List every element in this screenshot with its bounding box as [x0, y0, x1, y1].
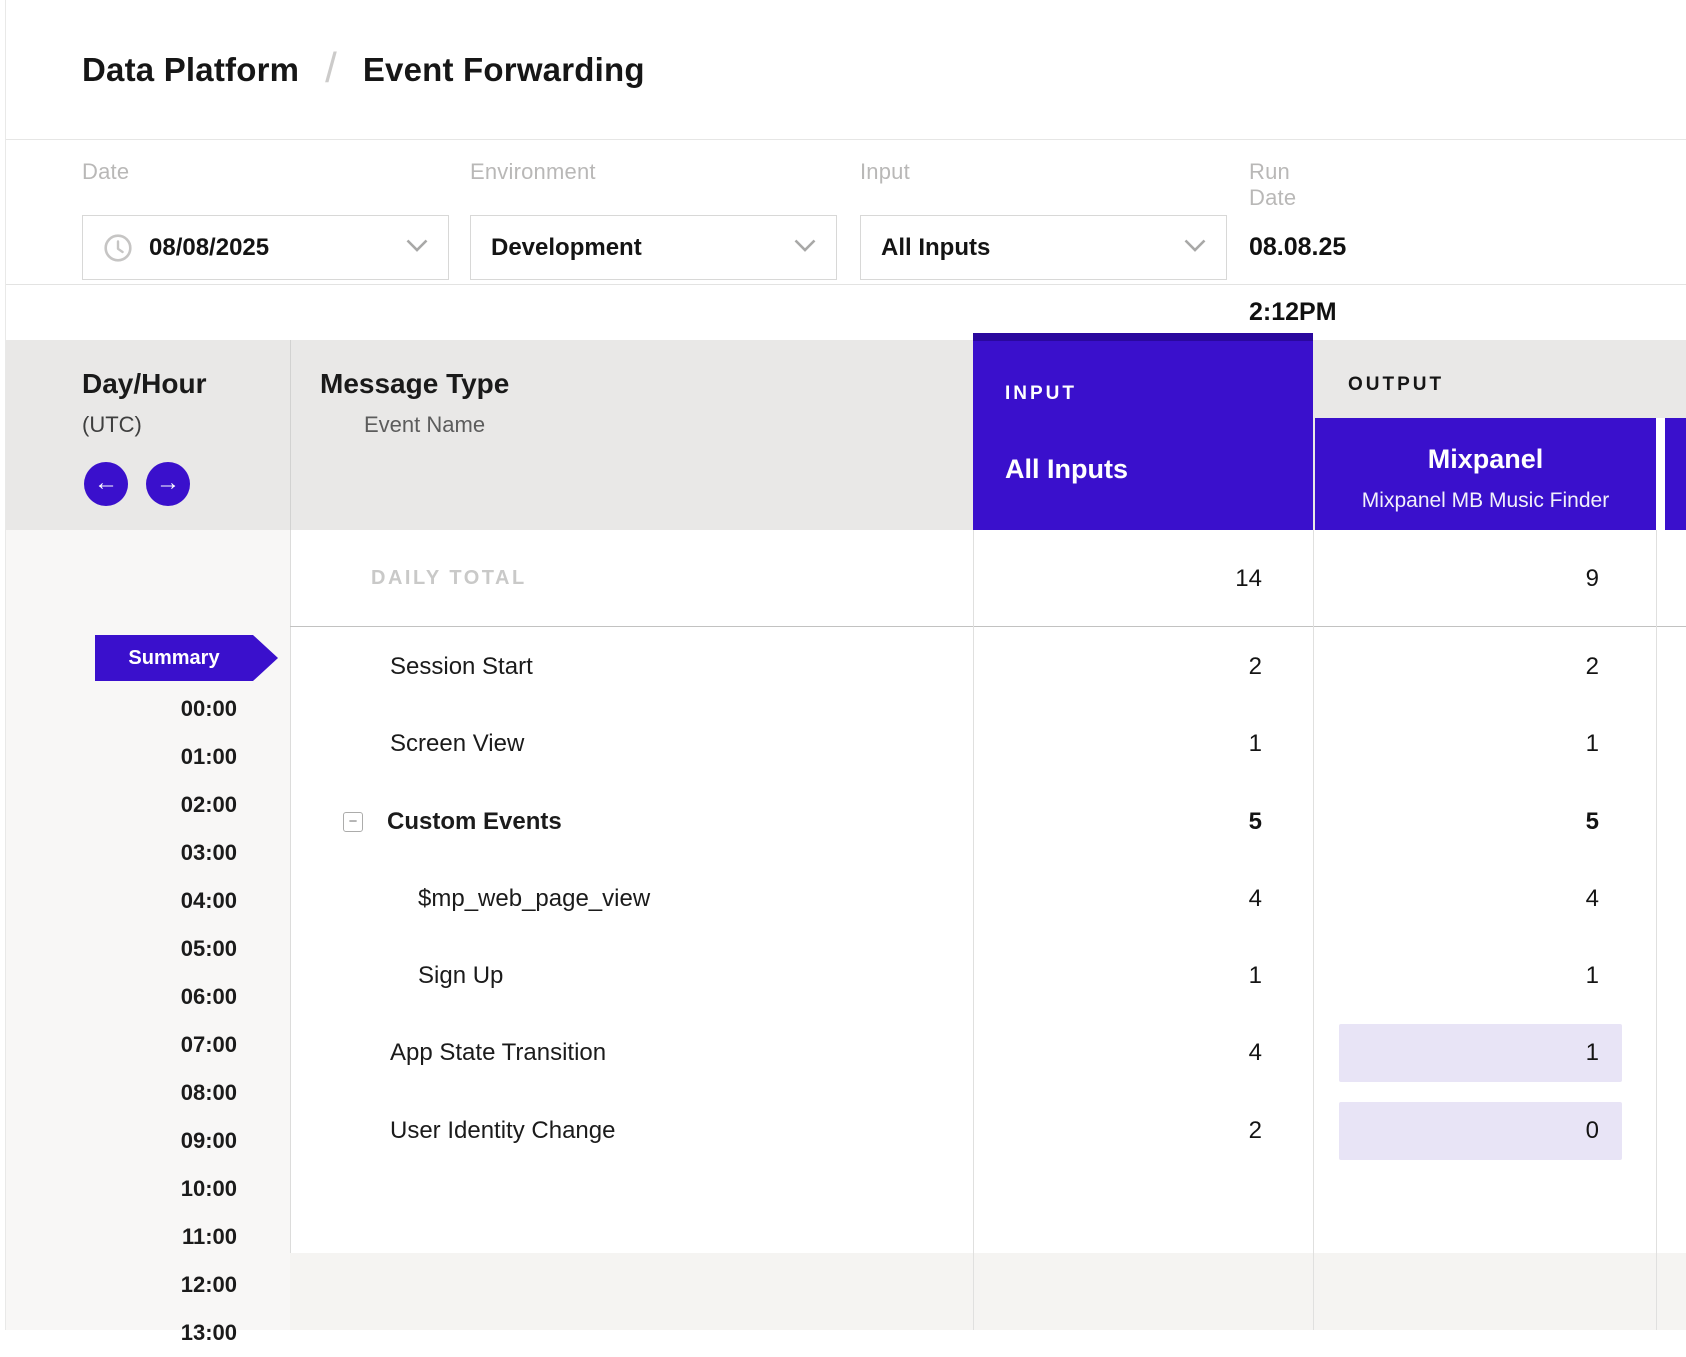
table-row[interactable]: Session Start 2 2	[0, 638, 1686, 696]
date-dropdown[interactable]: 08/08/2025	[82, 215, 449, 280]
table-row[interactable]: Screen View 1 1	[0, 715, 1686, 773]
output-cell-value: 1	[1313, 1024, 1599, 1082]
day-hour-column-divider	[290, 340, 291, 530]
event-name: Session Start	[390, 638, 533, 696]
input-cell-value: 2	[973, 1102, 1262, 1160]
environment-value: Development	[491, 234, 642, 262]
hour-slot-10[interactable]: 10:00	[6, 1165, 290, 1213]
date-value: 08/08/2025	[149, 234, 269, 262]
daily-total-label: DAILY TOTAL	[371, 530, 527, 627]
output-column-header-partial[interactable]	[1665, 418, 1686, 530]
hours-list: 00:00 01:00 02:00 03:00 04:00 05:00 06:0…	[6, 685, 290, 1357]
event-name: $mp_web_page_view	[418, 870, 650, 928]
output-cell-value: 0	[1313, 1102, 1599, 1160]
input-cell-value: 1	[973, 947, 1262, 1005]
table-row[interactable]: Sign Up 1 1	[0, 947, 1686, 1005]
hour-slot-12[interactable]: 12:00	[6, 1261, 290, 1309]
input-group-label: INPUT	[1005, 383, 1077, 405]
previous-day-button[interactable]: ←	[84, 462, 128, 506]
input-value: All Inputs	[881, 234, 990, 262]
environment-dropdown[interactable]: Development	[470, 215, 837, 280]
day-hour-column-title: Day/Hour	[82, 368, 206, 400]
date-filter-label: Date	[82, 159, 129, 185]
page-header: Data Platform / Event Forwarding	[6, 0, 1686, 140]
table-row[interactable]: $mp_web_page_view 4 4	[0, 870, 1686, 928]
input-cell-value: 2	[973, 638, 1262, 696]
page-title: Event Forwarding	[363, 51, 645, 89]
output-cell-value: 4	[1313, 870, 1599, 928]
output-column-divider-2	[1656, 530, 1657, 1330]
event-name: Screen View	[390, 715, 524, 773]
input-cell-value: 4	[973, 1024, 1262, 1082]
input-cell-value: 5	[973, 793, 1262, 851]
breadcrumb-section[interactable]: Data Platform	[82, 51, 299, 89]
message-type-column-title: Message Type	[320, 368, 509, 400]
chevron-down-icon	[406, 239, 428, 257]
event-name: App State Transition	[390, 1024, 606, 1082]
event-name: Sign Up	[418, 947, 503, 1005]
daily-total-row: DAILY TOTAL 14 9	[0, 530, 1686, 627]
collapse-toggle[interactable]: −	[343, 812, 363, 832]
output-group-label: OUTPUT	[1348, 374, 1444, 396]
output-column-subtitle: Mixpanel MB Music Finder	[1315, 489, 1656, 513]
environment-filter-label: Environment	[470, 159, 596, 185]
message-type-column-subtitle: Event Name	[364, 412, 485, 438]
table-row[interactable]: User Identity Change 2 0	[0, 1102, 1686, 1160]
next-day-button[interactable]: →	[146, 462, 190, 506]
input-dropdown[interactable]: All Inputs	[860, 215, 1227, 280]
filter-bar: Date 08/08/2025 Environment Development …	[6, 139, 1686, 285]
hour-slot-13[interactable]: 13:00	[6, 1309, 290, 1357]
input-column-divider	[973, 530, 974, 1330]
day-hour-column-subtitle: (UTC)	[82, 412, 142, 438]
input-column-label: All Inputs	[1005, 454, 1128, 485]
input-filter-label: Input	[860, 159, 910, 185]
output-cell-value: 5	[1313, 793, 1599, 851]
input-column-header[interactable]: INPUT All Inputs	[973, 333, 1313, 530]
daily-total-input-value: 14	[973, 530, 1262, 627]
table-footer-band	[290, 1253, 1686, 1330]
daily-total-border	[290, 626, 1686, 627]
arrow-right-icon: →	[156, 469, 180, 496]
run-date-value: 08.08.25 2:12PM UTC	[1249, 215, 1346, 280]
input-cell-value: 4	[973, 870, 1262, 928]
chevron-down-icon	[794, 239, 816, 257]
event-name: User Identity Change	[390, 1102, 615, 1160]
output-cell-value: 1	[1313, 947, 1599, 1005]
run-date-label: Run Date	[1249, 159, 1296, 211]
minus-icon: −	[349, 813, 358, 830]
table-row[interactable]: − Custom Events 5 5	[0, 793, 1686, 851]
input-cell-value: 1	[973, 715, 1262, 773]
event-name: Custom Events	[387, 793, 562, 851]
output-column-title: Mixpanel	[1315, 444, 1656, 475]
table-row[interactable]: App State Transition 4 1	[0, 1024, 1686, 1082]
output-column-divider	[1313, 530, 1314, 1330]
daily-total-output-value: 9	[1313, 530, 1599, 627]
arrow-left-icon: ←	[94, 469, 118, 496]
chevron-down-icon	[1184, 239, 1206, 257]
clock-icon	[103, 233, 133, 263]
hour-slot-11[interactable]: 11:00	[6, 1213, 290, 1261]
output-cell-value: 2	[1313, 638, 1599, 696]
output-cell-value: 1	[1313, 715, 1599, 773]
breadcrumb-separator: /	[325, 44, 337, 92]
output-column-header-mixpanel[interactable]: Mixpanel Mixpanel MB Music Finder	[1315, 418, 1656, 530]
output-column-gap	[1656, 418, 1665, 530]
